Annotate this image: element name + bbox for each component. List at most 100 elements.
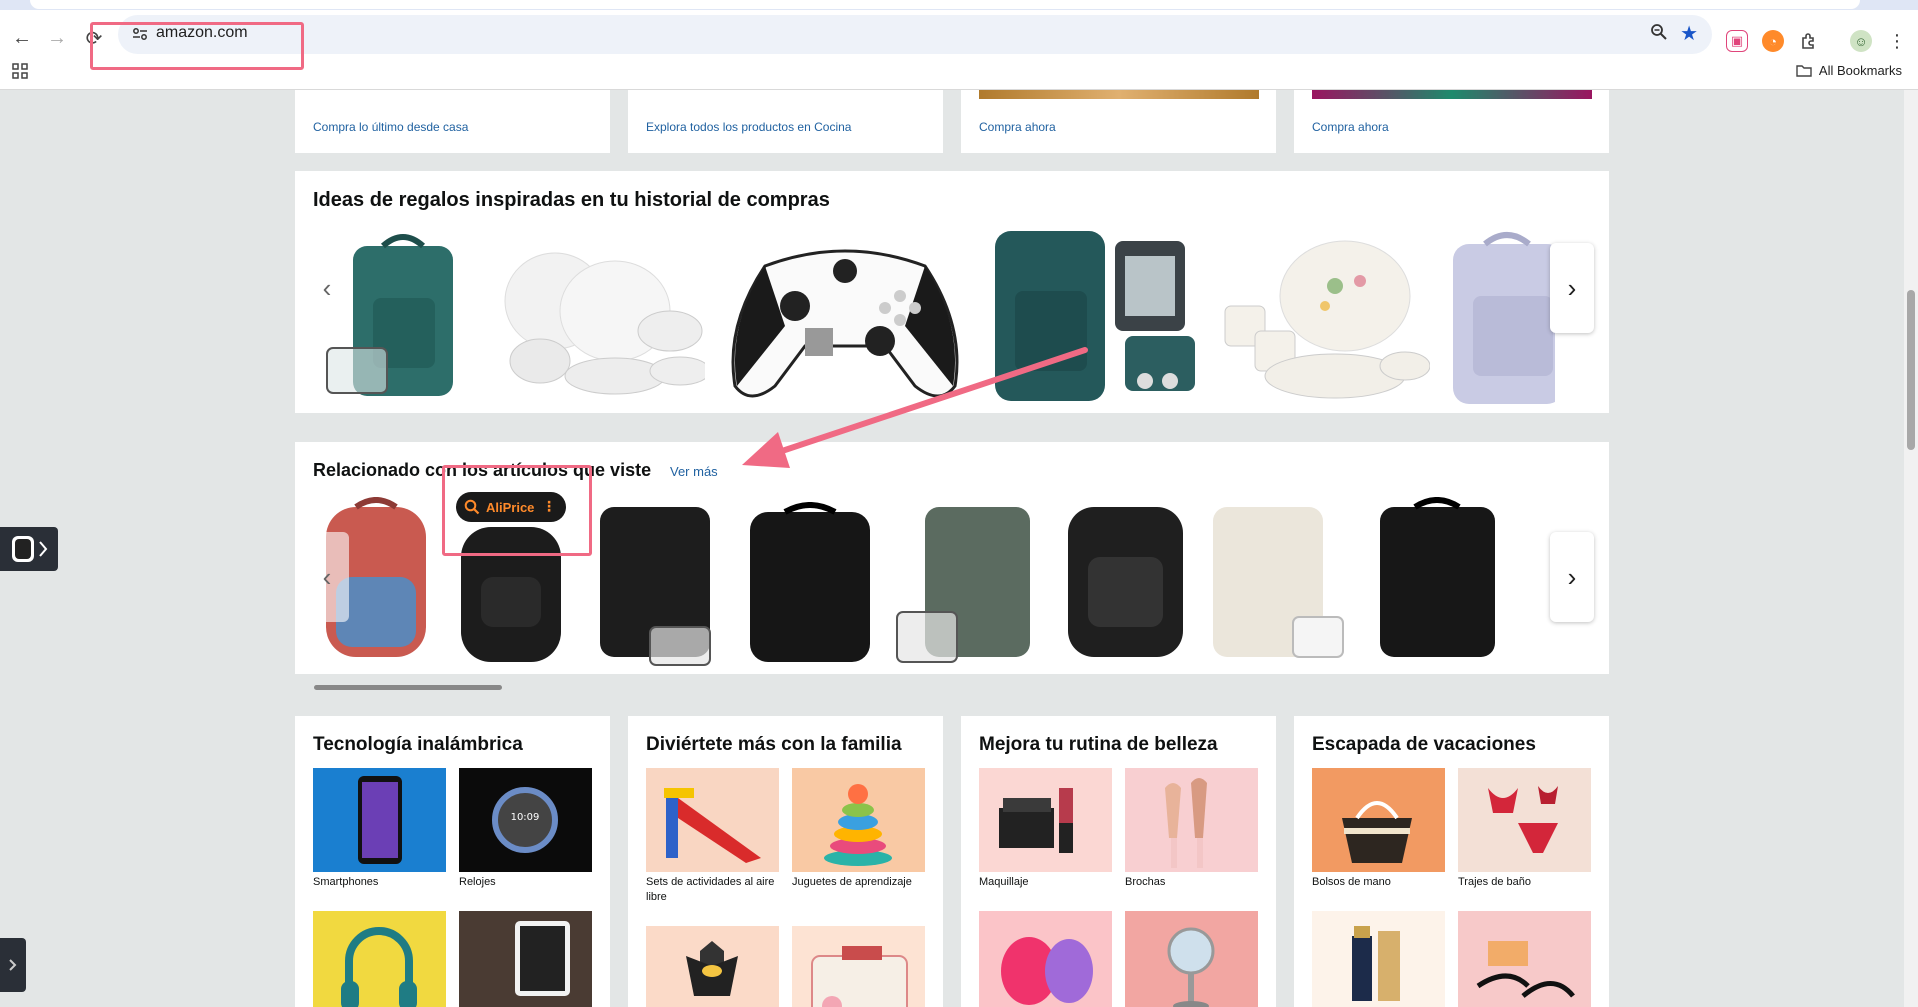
- all-bookmarks-label: All Bookmarks: [1818, 63, 1902, 78]
- related-items-carousel: Relacionado con los artículos que viste …: [295, 442, 1609, 674]
- category-tile-tablets[interactable]: [459, 911, 592, 1007]
- product-cream-backpack[interactable]: [1200, 492, 1350, 667]
- tile-caption[interactable]: Smartphones: [313, 875, 446, 890]
- site-info-icon[interactable]: [130, 24, 150, 44]
- product-gray-green-backpack[interactable]: [895, 492, 1045, 667]
- tile-image[interactable]: [1312, 768, 1445, 872]
- tile-image[interactable]: [1458, 768, 1591, 872]
- category-tile-swimwear[interactable]: Trajes de baño: [1458, 768, 1591, 890]
- url-text[interactable]: amazon.com: [156, 24, 248, 42]
- category-tile-mirrors[interactable]: [1125, 911, 1258, 1007]
- tile-image[interactable]: [313, 911, 446, 1007]
- folder-icon: [1796, 65, 1812, 77]
- top-card-link[interactable]: Compra lo último desde casa: [313, 120, 468, 134]
- active-tab-edge[interactable]: [30, 0, 1860, 9]
- tile-image[interactable]: [979, 768, 1112, 872]
- product-xbox-controller[interactable]: [725, 236, 965, 406]
- category-card-wireless-tech: Tecnología inalámbrica Smartphones 10:09…: [295, 716, 610, 1007]
- page-scrollbar[interactable]: [1904, 90, 1918, 1007]
- carousel-next-button[interactable]: ›: [1550, 243, 1594, 333]
- aliprice-more-icon[interactable]: ⋮: [542, 498, 556, 515]
- category-tile-brushes[interactable]: Brochas: [1125, 768, 1258, 890]
- see-more-link[interactable]: Ver más: [670, 464, 718, 479]
- product-black-carryon-backpack[interactable]: [1360, 492, 1510, 667]
- top-card-2: Explora todos los productos en Cocina: [628, 90, 943, 153]
- category-card-title: Escapada de vacaciones: [1312, 734, 1536, 755]
- tile-image[interactable]: [792, 768, 925, 872]
- category-tile-sponges[interactable]: [979, 911, 1112, 1007]
- backpack-icon: [12, 536, 48, 562]
- all-bookmarks-button[interactable]: All Bookmarks: [1796, 63, 1902, 78]
- carousel-prev-button[interactable]: ‹: [305, 532, 349, 622]
- product-black-tech-backpack[interactable]: [1055, 492, 1195, 667]
- top-card-link[interactable]: Compra ahora: [979, 120, 1056, 134]
- top-card-link[interactable]: Compra ahora: [1312, 120, 1389, 134]
- category-tile-watches[interactable]: 10:09 Relojes: [459, 768, 592, 890]
- profile-avatar[interactable]: ☺: [1850, 30, 1872, 52]
- tile-image[interactable]: [1125, 768, 1258, 872]
- carousel-title: Relacionado con los artículos que viste: [313, 460, 652, 480]
- tile-caption[interactable]: Trajes de baño: [1458, 875, 1591, 890]
- category-tile-sandals[interactable]: [1458, 911, 1591, 1007]
- carousel-scrollbar[interactable]: [314, 685, 502, 690]
- tile-image[interactable]: [1125, 911, 1258, 1007]
- tile-image[interactable]: [459, 911, 592, 1007]
- category-tile-sunscreen[interactable]: [1312, 911, 1445, 1007]
- tile-caption[interactable]: Sets de actividades al aire libre: [646, 875, 779, 905]
- side-extension-tab[interactable]: [0, 527, 58, 571]
- tile-image[interactable]: [646, 768, 779, 872]
- aliprice-extension-icon[interactable]: ◔: [1762, 30, 1784, 52]
- top-card-image[interactable]: [1312, 90, 1592, 99]
- category-tile-play-kitchen[interactable]: [792, 926, 925, 1007]
- tile-image[interactable]: [979, 911, 1112, 1007]
- category-tile-smartphones[interactable]: Smartphones: [313, 768, 446, 890]
- tile-caption[interactable]: Juguetes de aprendizaje: [792, 875, 925, 890]
- category-card-family-fun: Diviértete más con la familia Sets de ac…: [628, 716, 943, 1007]
- top-card-link[interactable]: Explora todos los productos en Cocina: [646, 120, 851, 134]
- extension-icon-pink[interactable]: ▣: [1726, 30, 1748, 52]
- product-teal-travel-backpack[interactable]: [985, 221, 1200, 406]
- tile-image[interactable]: [313, 768, 446, 872]
- top-card-image[interactable]: [979, 90, 1259, 99]
- carousel-title: Ideas de regalos inspiradas en tu histor…: [313, 189, 830, 211]
- zoom-icon[interactable]: [1650, 23, 1668, 46]
- chevron-right-icon: [9, 959, 17, 971]
- page-scrollbar-thumb[interactable]: [1907, 290, 1915, 450]
- aliprice-search-button[interactable]: AliPrice ⋮: [456, 492, 566, 522]
- tile-caption[interactable]: Bolsos de mano: [1312, 875, 1445, 890]
- address-bar[interactable]: amazon.com ★: [118, 15, 1712, 54]
- carousel-next-button[interactable]: ›: [1550, 532, 1594, 622]
- category-card-beauty: Mejora tu rutina de belleza Maquillaje B…: [961, 716, 1276, 1007]
- category-tile-action-figures[interactable]: [646, 926, 779, 1007]
- tile-image[interactable]: 10:09: [459, 768, 592, 872]
- category-tile-makeup[interactable]: Maquillaje: [979, 768, 1112, 890]
- tile-image[interactable]: [1312, 911, 1445, 1007]
- tile-image[interactable]: [646, 926, 779, 1007]
- tile-caption[interactable]: Brochas: [1125, 875, 1258, 890]
- category-card-title: Tecnología inalámbrica: [313, 734, 523, 755]
- product-white-dinnerware[interactable]: [495, 231, 705, 401]
- back-button[interactable]: ←: [8, 24, 36, 52]
- side-panel-expand-tab[interactable]: [0, 938, 26, 992]
- product-black-laptop-backpack[interactable]: [735, 492, 885, 667]
- extensions-puzzle-icon[interactable]: [1798, 30, 1820, 52]
- product-lavender-backpack[interactable]: [1435, 226, 1555, 406]
- tile-image[interactable]: [792, 926, 925, 1007]
- category-tile-learning-toys[interactable]: Juguetes de aprendizaje: [792, 768, 925, 890]
- category-tile-headphones[interactable]: [313, 911, 446, 1007]
- bookmark-star-icon[interactable]: ★: [1680, 21, 1698, 46]
- apps-grid-icon[interactable]: [12, 63, 28, 84]
- category-tile-handbags[interactable]: Bolsos de mano: [1312, 768, 1445, 890]
- product-floral-dinnerware[interactable]: [1215, 226, 1430, 406]
- browser-menu-icon[interactable]: ⋮: [1886, 30, 1908, 52]
- category-tile-outdoor-sets[interactable]: Sets de actividades al aire libre: [646, 768, 779, 905]
- carousel-prev-button[interactable]: ‹: [305, 243, 349, 333]
- forward-button[interactable]: →: [43, 24, 71, 52]
- aliprice-label: AliPrice: [486, 499, 535, 515]
- tile-caption[interactable]: Relojes: [459, 875, 592, 890]
- tile-image[interactable]: [1458, 911, 1591, 1007]
- reload-button[interactable]: ⟳: [80, 24, 108, 52]
- tile-caption[interactable]: Maquillaje: [979, 875, 1112, 890]
- product-black-travel-backpack[interactable]: [580, 492, 725, 667]
- top-card-3: Compra ahora: [961, 90, 1276, 153]
